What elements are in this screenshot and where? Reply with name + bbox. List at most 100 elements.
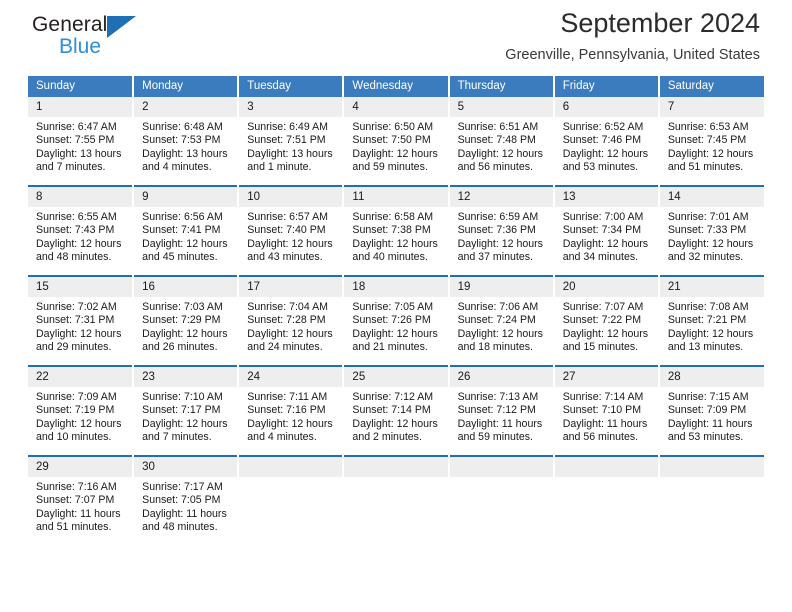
daylight-text-line1: Daylight: 12 hours — [667, 327, 754, 340]
day-details: Sunrise: 7:02 AM Sunset: 7:31 PM Daylight:… — [28, 297, 132, 355]
day-details: Sunrise: 6:57 AM Sunset: 7:40 PM Daylight:… — [239, 207, 342, 265]
weekday-header-friday: Friday — [553, 76, 660, 97]
day-cell[interactable]: 24 Sunrise: 7:11 AM Sunset: 7:16 PM Dayligh… — [238, 365, 345, 456]
day-cell[interactable]: 7 Sunrise: 6:53 AM Sunset: 7:45 PM Daylight… — [659, 97, 764, 186]
day-number — [449, 457, 553, 477]
sunrise-text: Sunrise: 7:14 AM — [562, 391, 644, 403]
day-cell[interactable]: 5 Sunrise: 6:51 AM Sunset: 7:48 PM Daylight… — [448, 97, 555, 186]
day-details: Sunrise: 6:47 AM Sunset: 7:55 PM Daylight:… — [28, 117, 132, 175]
day-number: 2 — [134, 97, 238, 117]
day-cell-empty — [553, 455, 660, 545]
day-details: Sunrise: 7:17 AM Sunset: 7:05 PM Daylight:… — [134, 477, 237, 535]
day-number — [344, 457, 448, 477]
daylight-text-line1: Daylight: 12 hours — [142, 327, 228, 340]
sunrise-text: Sunrise: 7:00 AM — [562, 211, 644, 223]
day-details: Sunrise: 6:51 AM Sunset: 7:48 PM Daylight:… — [450, 117, 553, 175]
day-number: 14 — [659, 187, 764, 207]
sunset-text: Sunset: 7:43 PM — [36, 224, 115, 237]
day-cell[interactable]: 25 Sunrise: 7:12 AM Sunset: 7:14 PM Dayligh… — [343, 365, 450, 456]
sunset-text: Sunset: 7:48 PM — [457, 134, 536, 147]
sunrise-text: Sunrise: 6:59 AM — [457, 211, 539, 223]
day-cell[interactable]: 30 Sunrise: 7:17 AM Sunset: 7:05 PM Dayligh… — [133, 455, 240, 545]
weekday-header-saturday: Saturday — [658, 76, 764, 97]
day-number — [659, 457, 764, 477]
daylight-text-line1: Daylight: 11 hours — [142, 507, 227, 520]
daylight-text-line2: and 43 minutes. — [247, 251, 323, 264]
daylight-text-line2: and 18 minutes. — [457, 341, 533, 354]
daylight-text-line2: and 45 minutes. — [142, 251, 218, 264]
daylight-text-line1: Daylight: 13 hours — [142, 147, 228, 160]
day-cell[interactable]: 29 Sunrise: 7:16 AM Sunset: 7:07 PM Dayligh… — [28, 455, 135, 545]
day-details: Sunrise: 7:00 AM Sunset: 7:34 PM Daylight:… — [555, 207, 658, 265]
day-cell[interactable]: 26 Sunrise: 7:13 AM Sunset: 7:12 PM Dayligh… — [448, 365, 555, 456]
calendar-week-row: 22 Sunrise: 7:09 AM Sunset: 7:19 PM Dayligh… — [28, 365, 764, 456]
day-cell[interactable]: 11 Sunrise: 6:58 AM Sunset: 7:38 PM Dayligh… — [343, 185, 450, 276]
day-number: 11 — [344, 187, 448, 207]
day-cell[interactable]: 28 Sunrise: 7:15 AM Sunset: 7:09 PM Dayligh… — [658, 365, 764, 456]
day-cell[interactable]: 19 Sunrise: 7:06 AM Sunset: 7:24 PM Dayligh… — [448, 275, 555, 366]
daylight-text-line2: and 53 minutes. — [562, 161, 639, 174]
sunrise-text: Sunrise: 6:50 AM — [352, 121, 434, 133]
day-cell[interactable]: 9 Sunrise: 6:56 AM Sunset: 7:41 PM Daylight… — [133, 185, 240, 276]
day-cell[interactable]: 23 Sunrise: 7:10 AM Sunset: 7:17 PM Dayligh… — [133, 365, 240, 456]
day-cell[interactable]: 15 Sunrise: 7:02 AM Sunset: 7:31 PM Dayligh… — [28, 275, 135, 366]
day-number: 1 — [28, 97, 133, 117]
daylight-text-line2: and 13 minutes. — [667, 341, 744, 354]
day-details: Sunrise: 6:50 AM Sunset: 7:50 PM Daylight:… — [344, 117, 447, 175]
sunrise-text: Sunrise: 6:47 AM — [36, 121, 117, 133]
day-cell[interactable]: 14 Sunrise: 7:01 AM Sunset: 7:33 PM Dayligh… — [658, 185, 764, 276]
day-cell[interactable]: 20 Sunrise: 7:07 AM Sunset: 7:22 PM Dayligh… — [553, 275, 660, 366]
calendar-body: 1 Sunrise: 6:47 AM Sunset: 7:55 PM Daylight… — [28, 97, 764, 545]
weekday-header-monday: Monday — [133, 76, 240, 97]
calendar-week-row: 15 Sunrise: 7:02 AM Sunset: 7:31 PM Dayligh… — [28, 275, 764, 366]
daylight-text-line1: Daylight: 12 hours — [667, 147, 754, 160]
daylight-text-line1: Daylight: 12 hours — [457, 327, 543, 340]
sunrise-text: Sunrise: 6:52 AM — [562, 121, 644, 133]
day-cell[interactable]: 10 Sunrise: 6:57 AM Sunset: 7:40 PM Dayligh… — [238, 185, 345, 276]
sunrise-text: Sunrise: 6:56 AM — [142, 211, 223, 223]
day-cell[interactable]: 13 Sunrise: 7:00 AM Sunset: 7:34 PM Dayligh… — [553, 185, 660, 276]
sunrise-text: Sunrise: 7:09 AM — [36, 391, 117, 403]
daylight-text-line1: Daylight: 12 hours — [247, 327, 333, 340]
day-cell[interactable]: 22 Sunrise: 7:09 AM Sunset: 7:19 PM Dayligh… — [28, 365, 135, 456]
daylight-text-line2: and 48 minutes. — [142, 521, 218, 534]
daylight-text-line2: and 4 minutes. — [142, 161, 212, 174]
day-number: 23 — [134, 367, 238, 387]
sunrise-text: Sunrise: 7:03 AM — [142, 301, 223, 313]
sunset-text: Sunset: 7:41 PM — [142, 224, 221, 237]
daylight-text-line2: and 1 minute. — [247, 161, 312, 174]
day-cell[interactable]: 4 Sunrise: 6:50 AM Sunset: 7:50 PM Daylight… — [343, 97, 450, 186]
day-details: Sunrise: 7:13 AM Sunset: 7:12 PM Daylight:… — [450, 387, 553, 445]
day-cell[interactable]: 27 Sunrise: 7:14 AM Sunset: 7:10 PM Dayligh… — [553, 365, 660, 456]
day-cell[interactable]: 8 Sunrise: 6:55 AM Sunset: 7:43 PM Daylight… — [28, 185, 135, 276]
day-number — [239, 457, 343, 477]
day-cell[interactable]: 2 Sunrise: 6:48 AM Sunset: 7:53 PM Daylight… — [133, 97, 240, 186]
day-number: 5 — [449, 97, 553, 117]
day-number: 20 — [554, 277, 658, 297]
day-cell[interactable]: 18 Sunrise: 7:05 AM Sunset: 7:26 PM Dayligh… — [343, 275, 450, 366]
daylight-text-line2: and 15 minutes. — [562, 341, 639, 354]
daylight-text-line2: and 34 minutes. — [562, 251, 639, 264]
day-cell[interactable]: 6 Sunrise: 6:52 AM Sunset: 7:46 PM Daylight… — [553, 97, 660, 186]
day-cell[interactable]: 3 Sunrise: 6:49 AM Sunset: 7:51 PM Daylight… — [238, 97, 345, 186]
day-cell[interactable]: 1 Sunrise: 6:47 AM Sunset: 7:55 PM Daylight… — [28, 97, 135, 186]
day-cell-empty — [448, 455, 555, 545]
day-cell[interactable]: 17 Sunrise: 7:04 AM Sunset: 7:28 PM Dayligh… — [238, 275, 345, 366]
general-blue-logo: General Blue — [32, 14, 136, 57]
daylight-text-line1: Daylight: 12 hours — [457, 237, 543, 250]
day-number: 3 — [239, 97, 343, 117]
day-cell[interactable]: 12 Sunrise: 6:59 AM Sunset: 7:36 PM Dayligh… — [448, 185, 555, 276]
day-cell[interactable]: 16 Sunrise: 7:03 AM Sunset: 7:29 PM Dayligh… — [133, 275, 240, 366]
sunset-text: Sunset: 7:17 PM — [142, 404, 221, 417]
sunrise-text: Sunrise: 7:04 AM — [247, 301, 328, 313]
location-subtitle: Greenville, Pennsylvania, United States — [505, 47, 760, 63]
calendar-week-row: 1 Sunrise: 6:47 AM Sunset: 7:55 PM Daylight… — [28, 97, 764, 186]
daylight-text-line1: Daylight: 12 hours — [562, 147, 649, 160]
sunrise-text: Sunrise: 7:13 AM — [457, 391, 539, 403]
daylight-text-line2: and 32 minutes. — [667, 251, 744, 264]
calendar-page: General Blue September 2024 Greenville, … — [0, 0, 792, 612]
sunset-text: Sunset: 7:28 PM — [247, 314, 326, 327]
day-cell[interactable]: 21 Sunrise: 7:08 AM Sunset: 7:21 PM Dayligh… — [658, 275, 764, 366]
daylight-text-line2: and 4 minutes. — [247, 431, 317, 444]
sunset-text: Sunset: 7:46 PM — [562, 134, 642, 147]
